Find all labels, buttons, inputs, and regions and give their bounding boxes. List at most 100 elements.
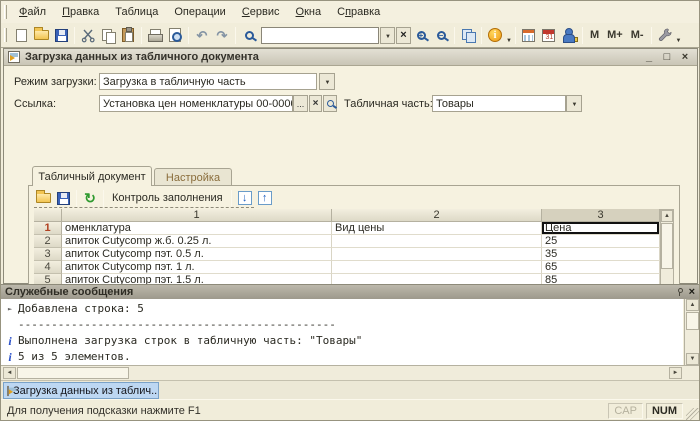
menu-grip[interactable] [4, 5, 7, 19]
new-document-button[interactable] [11, 25, 31, 45]
tab-settings[interactable]: Настройка [154, 168, 232, 186]
info-button[interactable]: i [485, 25, 505, 45]
refresh-button[interactable]: ↻ [80, 188, 100, 208]
row-number[interactable]: 4 [34, 261, 62, 274]
link-field[interactable]: Установка цен номенклатуры 00-00000 [99, 95, 293, 112]
menu-item[interactable]: Операции [166, 3, 233, 21]
scrollbar-thumb[interactable] [661, 223, 673, 269]
status-bar: Для получения подсказки нажмите F1 CAP N… [1, 399, 699, 420]
copy-icon [101, 28, 116, 44]
toolbar-grip[interactable] [4, 28, 7, 42]
mode-dropdown-button[interactable]: ▼ [319, 73, 335, 90]
table-cell[interactable]: Цена [542, 222, 660, 235]
messages-vertical-scrollbar[interactable]: ▲ ▼ [684, 299, 699, 365]
zoom-out-button[interactable]: − [431, 25, 451, 45]
column-header[interactable]: 1 [62, 209, 332, 222]
table-cell[interactable]: оменклатура [62, 222, 332, 235]
minimize-button[interactable]: _ [641, 51, 657, 63]
find-button[interactable] [239, 25, 259, 45]
search-clear-button[interactable]: × [396, 26, 411, 44]
messages-panel-header[interactable]: Служебные сообщения × [1, 284, 699, 299]
table-cell[interactable]: апиток Cutycomp пэт. 0.5 л. [62, 248, 332, 261]
documents-button[interactable] [458, 25, 478, 45]
tools-button[interactable] [655, 25, 675, 45]
table-cell[interactable] [332, 261, 542, 274]
messages-list: ► Добавлена строка: 5 --------------------… [1, 299, 683, 365]
table-cell[interactable] [332, 235, 542, 248]
menu-item[interactable]: Справка [329, 3, 388, 21]
memory-minus-button[interactable]: M- [627, 27, 648, 43]
open-folder-icon [33, 27, 49, 40]
row-number[interactable]: 3 [34, 248, 62, 261]
table-cell[interactable]: Вид цены [332, 222, 542, 235]
cut-button[interactable] [78, 25, 98, 45]
table-cell[interactable]: 25 [542, 235, 660, 248]
link-choose-button[interactable]: ... [293, 95, 308, 112]
table-cell[interactable]: апиток Cutycomp ж.б. 0.25 л. [62, 235, 332, 248]
table-cell[interactable]: 65 [542, 261, 660, 274]
save-button[interactable] [51, 25, 71, 45]
separator [230, 189, 232, 207]
menu-item[interactable]: Окна [288, 3, 330, 21]
copy-button[interactable] [98, 25, 118, 45]
info-dropdown-icon[interactable]: ▼ [506, 38, 512, 47]
grid-corner-cell[interactable] [34, 209, 62, 222]
messages-close-button[interactable]: × [689, 286, 695, 298]
column-header[interactable]: 3 [542, 209, 660, 222]
zoom-in-button[interactable]: + [411, 25, 431, 45]
table-part-dropdown-button[interactable]: ▼ [566, 95, 582, 112]
load-data-dialog: Загрузка данных из табличного документа … [3, 48, 698, 331]
redo-button[interactable]: ↷ [212, 25, 232, 45]
menu-item[interactable]: Правка [54, 3, 107, 21]
export-rows-button[interactable]: ↑ [255, 188, 275, 208]
open-button[interactable] [31, 25, 51, 45]
table-cell[interactable]: апиток Cutycomp пэт. 1 л. [62, 261, 332, 274]
menu-item[interactable]: Файл [11, 3, 54, 21]
memory-plus-button[interactable]: M+ [603, 27, 627, 43]
save-file-button[interactable] [53, 188, 73, 208]
separator [141, 26, 142, 44]
table-part-combobox[interactable]: Товары [432, 95, 566, 112]
paste-button[interactable] [118, 25, 138, 45]
scroll-up-button[interactable]: ▲ [661, 210, 673, 222]
scroll-down-button[interactable]: ▼ [686, 353, 699, 365]
row-number[interactable]: 2 [34, 235, 62, 248]
import-rows-button[interactable]: ↓ [235, 188, 255, 208]
open-file-button[interactable] [33, 188, 53, 208]
scrollbar-thumb[interactable] [686, 312, 699, 330]
tools-dropdown-icon[interactable]: ▼ [676, 38, 682, 47]
print-button[interactable] [145, 25, 165, 45]
search-dropdown-button[interactable]: ▼ [380, 26, 395, 44]
scroll-up-button[interactable]: ▲ [686, 299, 699, 311]
menu-item[interactable]: Сервис [234, 3, 288, 21]
print-preview-button[interactable] [165, 25, 185, 45]
tab-label: Настройка [165, 171, 221, 184]
scroll-left-button[interactable]: ◄ [3, 367, 16, 379]
tab-spreadsheet-document[interactable]: Табличный документ [32, 166, 152, 186]
calendar-button[interactable] [539, 25, 559, 45]
memory-recall-button[interactable]: M [586, 27, 603, 43]
dialog-title-bar[interactable]: Загрузка данных из табличного документа … [4, 49, 697, 66]
redo-icon: ↷ [216, 27, 228, 43]
window-tab-load-data[interactable]: Загрузка данных из таблич... [3, 382, 159, 399]
link-open-button[interactable] [323, 95, 337, 112]
search-input[interactable] [261, 26, 379, 44]
resize-grip[interactable] [686, 408, 699, 420]
menu-item[interactable]: Таблица [107, 3, 166, 21]
column-header[interactable]: 2 [332, 209, 542, 222]
scroll-right-button[interactable]: ► [669, 367, 682, 379]
calculator-button[interactable] [519, 25, 539, 45]
pin-icon[interactable] [675, 288, 683, 296]
link-clear-button[interactable]: × [309, 95, 322, 112]
row-number[interactable]: 1 [34, 222, 62, 235]
close-button[interactable]: × [677, 51, 693, 63]
user-permissions-button[interactable] [559, 25, 579, 45]
table-cell[interactable]: 35 [542, 248, 660, 261]
undo-button[interactable]: ↶ [192, 25, 212, 45]
maximize-button[interactable]: □ [659, 51, 675, 63]
table-cell[interactable] [332, 248, 542, 261]
fill-control-button[interactable]: Контроль заполнения [107, 190, 228, 206]
mode-combobox[interactable]: Загрузка в табличную часть [99, 73, 317, 90]
scrollbar-thumb[interactable] [17, 367, 129, 379]
horizontal-scrollbar[interactable]: ◄ ► [1, 365, 699, 380]
